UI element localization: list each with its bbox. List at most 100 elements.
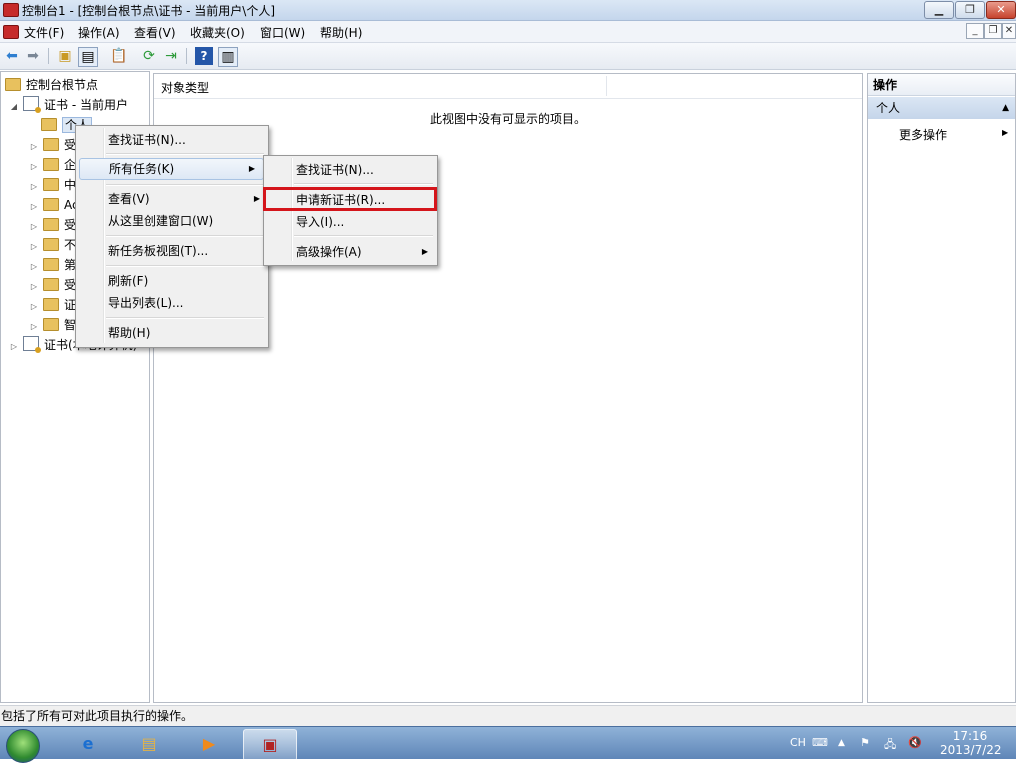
actions-header: 操作 (868, 74, 1015, 96)
folder-icon (43, 178, 59, 191)
menu-item-find-cert[interactable]: 查找证书(N)... (108, 130, 186, 150)
tree-node-root[interactable]: 控制台根节点 (5, 75, 98, 95)
menu-separator (106, 153, 264, 155)
forward-arrow-icon[interactable]: ➡ (24, 47, 42, 65)
menu-separator (106, 317, 264, 319)
tree-node-child[interactable]: ▷ 证 (29, 295, 76, 315)
column-header-object-type[interactable]: 对象类型 (161, 79, 209, 96)
volume-muted-icon[interactable]: 🔇 (908, 736, 922, 749)
collapse-up-icon[interactable]: ▲ (1002, 97, 1009, 119)
mmc-app-icon[interactable] (3, 3, 19, 17)
menu-action[interactable]: 操作(A) (78, 24, 120, 41)
tree-node-child[interactable]: ▷ 第 (29, 255, 76, 275)
tree-node-cert-user[interactable]: ◢ 证书 - 当前用户 (9, 95, 128, 115)
collapsed-triangle-icon[interactable]: ▷ (29, 157, 39, 177)
menu-item-refresh[interactable]: 刷新(F) (108, 271, 148, 291)
tree-node-child[interactable]: ▷ 受 (29, 135, 76, 155)
tree-node-child[interactable]: ▷ Ac (29, 195, 79, 215)
show-hidden-icons-icon[interactable]: ▲ (838, 738, 845, 748)
tree-node-child[interactable]: ▷ 受 (29, 275, 76, 295)
help-icon[interactable]: ? (195, 47, 213, 65)
menu-favorites[interactable]: 收藏夹(O) (190, 24, 245, 41)
mmc-taskbar-icon[interactable]: ▣ (243, 729, 297, 761)
folder-icon (43, 218, 59, 231)
collapsed-triangle-icon[interactable]: ▷ (29, 137, 39, 157)
mdi-minimize-button[interactable]: _ (966, 23, 984, 39)
menu-file[interactable]: 文件(F) (24, 24, 64, 41)
menu-view[interactable]: 查看(V) (134, 24, 176, 41)
submenu-arrow-icon: ▶ (253, 194, 260, 203)
title-bar: 控制台1 - [控制台根节点\证书 - 当前用户\个人] ▁ ❐ ✕ (0, 0, 1016, 21)
tree-node-child[interactable]: ▷ 企 (29, 155, 76, 175)
menu-item-export-list[interactable]: 导出列表(L)... (108, 293, 184, 313)
clipboard-icon[interactable]: 📋 (110, 47, 128, 65)
collapsed-triangle-icon[interactable]: ▷ (29, 237, 39, 257)
restore-button[interactable]: ❐ (955, 1, 985, 19)
tree-node-child[interactable]: ▷ 智 (29, 315, 76, 335)
toolbar: ⬅ ➡ ▣ ▤ 📋 ⟳ ⇥ ? ▥ (0, 43, 1016, 70)
column-header-row: 对象类型 (154, 74, 862, 99)
tree-node-child[interactable]: ▷ 中 (29, 175, 76, 195)
show-hide-action-pane-icon[interactable]: ▥ (218, 47, 238, 67)
file-explorer-icon[interactable]: ▤ (123, 729, 175, 759)
menu-window[interactable]: 窗口(W) (260, 24, 305, 41)
menu-bar: 文件(F) 操作(A) 查看(V) 收藏夹(O) 窗口(W) 帮助(H) _ ❐… (0, 21, 1016, 43)
folder-icon (41, 118, 57, 131)
column-divider[interactable] (606, 76, 607, 96)
context-menu: 查找证书(N)... 所有任务(K) ▶ 查看(V) ▶ 从这里创建窗口(W) … (75, 125, 269, 348)
tree-node-child[interactable]: ▷ 不 (29, 235, 76, 255)
collapsed-triangle-icon[interactable]: ▷ (29, 277, 39, 297)
status-bar: 包括了所有可对此项目执行的操作。 (0, 705, 1016, 727)
submenu-item-import[interactable]: 导入(I)... (296, 212, 344, 232)
menu-item-new-window[interactable]: 从这里创建窗口(W) (108, 211, 213, 231)
collapsed-triangle-icon[interactable]: ▷ (29, 317, 39, 337)
collapsed-triangle-icon[interactable]: ▷ (29, 297, 39, 317)
keyboard-icon[interactable]: ⌨ (812, 736, 828, 749)
highlight-box-request-new-cert (263, 187, 437, 211)
mdi-close-button[interactable]: ✕ (1002, 23, 1016, 39)
refresh-icon[interactable]: ⟳ (140, 47, 158, 65)
up-folder-icon[interactable]: ▣ (56, 47, 74, 65)
actions-pane: 操作 个人 ▲ 更多操作 ▶ (867, 73, 1016, 703)
toolbar-separator (48, 48, 49, 64)
menu-item-view[interactable]: 查看(V) ▶ (108, 189, 260, 209)
folder-icon (43, 158, 59, 171)
window-title: 控制台1 - [控制台根节点\证书 - 当前用户\个人] (22, 4, 276, 18)
submenu-item-advanced[interactable]: 高级操作(A) ▶ (296, 242, 428, 262)
submenu-item-find-cert[interactable]: 查找证书(N)... (296, 160, 374, 180)
collapsed-triangle-icon[interactable]: ▷ (29, 177, 39, 197)
close-button[interactable]: ✕ (986, 1, 1016, 19)
child-window-icon[interactable] (3, 25, 19, 39)
language-indicator[interactable]: CH (790, 736, 806, 749)
empty-view-message: 此视图中没有可显示的项目。 (430, 112, 587, 126)
submenu-arrow-icon: ▶ (421, 247, 428, 256)
tree-node-child[interactable]: ▷ 受 (29, 215, 76, 235)
menu-item-help[interactable]: 帮助(H) (108, 323, 150, 343)
menu-help[interactable]: 帮助(H) (320, 24, 362, 41)
menu-separator (106, 235, 264, 237)
clock-time: 17:16 (952, 729, 988, 743)
more-actions-item[interactable]: 更多操作 (899, 126, 947, 143)
action-center-icon[interactable]: ⚑ (860, 736, 870, 749)
mdi-restore-button[interactable]: ❐ (984, 23, 1002, 39)
back-arrow-icon[interactable]: ⬅ (3, 47, 21, 65)
folder-icon (5, 78, 21, 91)
minimize-button[interactable]: ▁ (924, 1, 954, 19)
actions-section-personal[interactable]: 个人 ▲ (868, 97, 1015, 119)
menu-separator (106, 265, 264, 267)
collapsed-triangle-icon[interactable]: ▷ (9, 337, 19, 357)
network-icon[interactable]: 🖧 (884, 736, 896, 755)
export-list-icon[interactable]: ⇥ (162, 47, 180, 65)
menu-item-taskpad[interactable]: 新任务板视图(T)... (108, 241, 208, 261)
show-hide-tree-icon[interactable]: ▤ (78, 47, 98, 67)
collapsed-triangle-icon[interactable]: ▷ (29, 197, 39, 217)
collapsed-triangle-icon[interactable]: ▷ (29, 217, 39, 237)
media-player-icon[interactable]: ▶ (183, 729, 235, 759)
folder-icon (43, 278, 59, 291)
menu-item-all-tasks[interactable]: 所有任务(K) ▶ (79, 158, 264, 180)
expanded-triangle-icon[interactable]: ◢ (9, 97, 19, 117)
clock[interactable]: 17:16 2013/7/22 (940, 729, 1002, 757)
taskbar: e ▤ ▶ ▣ CH ⌨ ▲ ⚑ 🖧 🔇 17:16 2013/7/22 (0, 726, 1016, 763)
collapsed-triangle-icon[interactable]: ▷ (29, 257, 39, 277)
internet-explorer-icon[interactable]: e (62, 729, 114, 759)
